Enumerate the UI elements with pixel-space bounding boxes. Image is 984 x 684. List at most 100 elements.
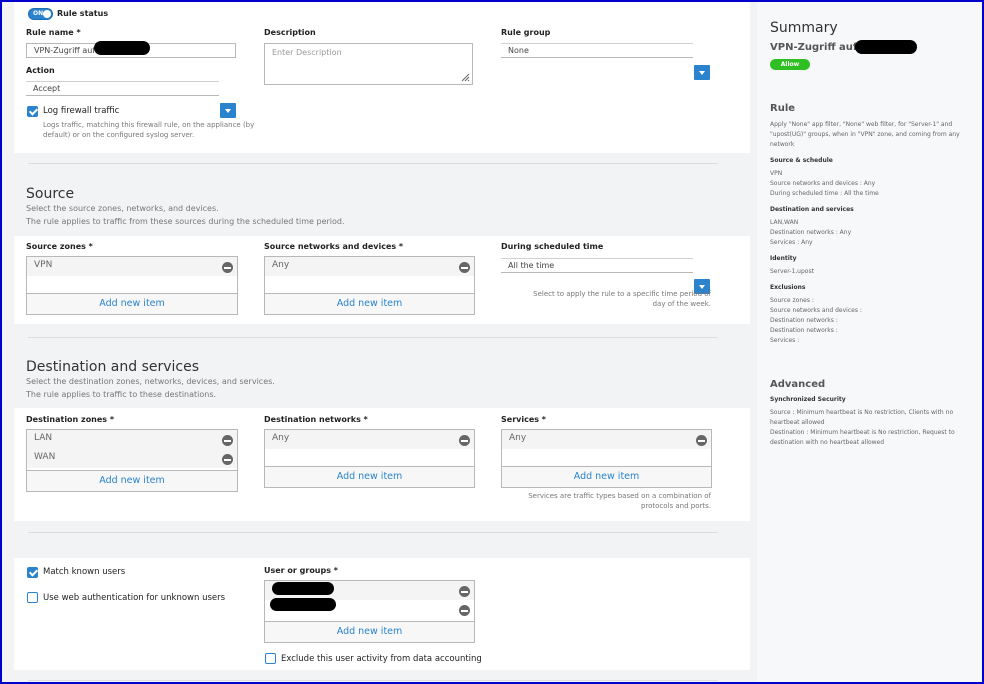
description-textarea[interactable]: Enter Description — [264, 43, 473, 85]
summary-source-line: During scheduled time : All the time — [770, 190, 879, 197]
destination-networks-label: Destination networks * — [264, 415, 368, 424]
exclude-accounting-label: Exclude this user activity from data acc… — [281, 654, 482, 664]
identity-card: Match known users Use web authentication… — [14, 558, 750, 670]
rule-group-label: Rule group — [501, 28, 551, 37]
list-item: WAN — [27, 449, 237, 468]
summary-exclusion-line: Source zones : — [770, 297, 814, 304]
summary-sync-heading: Synchronized Security — [770, 396, 846, 403]
list-item: Any — [265, 430, 474, 449]
summary-panel: Summary VPN-Zugriff auf S Allow Rule App… — [757, 2, 982, 682]
summary-sync-line: Source : Minimum heartbeat is No restric… — [770, 409, 954, 426]
summary-exclusions-heading: Exclusions — [770, 284, 806, 291]
schedule-value: All the time — [508, 261, 555, 270]
divider — [28, 337, 718, 338]
summary-destination-line: LAN,WAN — [770, 219, 799, 226]
log-traffic-checkbox[interactable] — [27, 106, 38, 117]
summary-source-line: Source networks and devices : Any — [770, 180, 876, 187]
divider — [28, 532, 718, 533]
schedule-label: During scheduled time — [501, 242, 604, 251]
source-zones-label: Source zones * — [26, 242, 93, 251]
log-traffic-label: Log firewall traffic — [43, 106, 120, 116]
rule-status-toggle[interactable]: ON — [28, 8, 53, 20]
add-destination-network-button[interactable]: Add new item — [265, 466, 474, 487]
rule-group-dropdown-button[interactable] — [694, 65, 710, 80]
remove-icon[interactable] — [459, 605, 470, 616]
destination-networks-list: Any Add new item — [264, 429, 475, 488]
remove-icon[interactable] — [222, 435, 233, 446]
match-known-users-label: Match known users — [43, 567, 126, 577]
schedule-select[interactable]: All the time — [501, 258, 693, 273]
summary-destination-heading: Destination and services — [770, 206, 854, 213]
source-section-title: Source — [26, 186, 75, 202]
list-item-text: Any — [272, 433, 290, 443]
remove-icon[interactable] — [459, 435, 470, 446]
schedule-help: Select to apply the rule to a specific t… — [533, 290, 711, 308]
exclude-accounting-checkbox[interactable] — [265, 653, 276, 664]
list-item: LAN — [27, 430, 237, 449]
destination-zones-list: LAN WAN Add new item — [26, 429, 238, 492]
resize-handle-icon[interactable] — [460, 72, 470, 82]
action-label: Action — [26, 66, 55, 75]
rule-info-card: ON Rule status Rule name * VPN-Zugriff a… — [14, 2, 750, 153]
redacted-user-1 — [272, 582, 334, 595]
add-source-network-button[interactable]: Add new item — [265, 293, 474, 314]
rule-editor: ON Rule status Rule name * VPN-Zugriff a… — [2, 2, 757, 682]
divider — [28, 163, 718, 164]
services-help: Services are traffic types based on a co… — [528, 492, 711, 510]
summary-exclusion-line: Destination networks : — [770, 317, 838, 324]
summary-sync-line: Destination : Minimum heartbeat is No re… — [770, 429, 955, 446]
destination-desc-1: Select the destination zones, networks, … — [26, 377, 275, 386]
summary-identity-heading: Identity — [770, 255, 797, 262]
source-desc-2: The rule applies to traffic from these s… — [26, 217, 345, 226]
redacted-summary-name — [855, 40, 917, 54]
destination-zones-label: Destination zones * — [26, 415, 115, 424]
rule-name-value: VPN-Zugriff auf — [34, 46, 96, 55]
summary-exclusion-line: Destination networks : — [770, 327, 838, 334]
description-placeholder: Enter Description — [272, 48, 342, 57]
source-zones-list: VPN Add new item — [26, 256, 238, 315]
remove-icon[interactable] — [459, 262, 470, 273]
summary-advanced-heading: Advanced — [770, 379, 826, 390]
users-groups-label: User or groups * — [264, 566, 338, 575]
list-item-text: WAN — [34, 452, 56, 462]
list-item: VPN — [27, 257, 237, 276]
rule-name-label: Rule name * — [26, 28, 81, 37]
summary-exclusion-line: Source networks and devices : — [770, 307, 862, 314]
add-service-button[interactable]: Add new item — [502, 466, 711, 487]
rule-group-value: None — [508, 46, 529, 55]
source-card: Source zones * VPN Add new item Source n… — [14, 236, 750, 324]
toggle-text: ON — [33, 10, 44, 17]
action-dropdown-button[interactable] — [220, 103, 236, 118]
summary-rule-name: VPN-Zugriff auf S — [770, 42, 868, 53]
toggle-knob — [43, 10, 51, 18]
web-auth-checkbox[interactable] — [27, 592, 38, 603]
remove-icon[interactable] — [459, 586, 470, 597]
list-item-text: Any — [509, 433, 527, 443]
summary-rule-heading: Rule — [770, 103, 796, 114]
remove-icon[interactable] — [696, 435, 707, 446]
description-label: Description — [264, 28, 316, 37]
action-value: Accept — [33, 84, 61, 93]
add-destination-zone-button[interactable]: Add new item — [27, 470, 237, 491]
services-label: Services * — [501, 415, 546, 424]
summary-rule-text: Apply "None" app filter, "None" web filt… — [770, 121, 960, 148]
source-desc-1: Select the source zones, networks, and d… — [26, 204, 219, 213]
add-source-zone-button[interactable]: Add new item — [27, 293, 237, 314]
list-item-text: Any — [272, 260, 290, 270]
summary-destination-line: Services : Any — [770, 239, 813, 246]
rule-status-label: Rule status — [57, 9, 109, 18]
add-user-button[interactable]: Add new item — [265, 621, 474, 642]
list-item: Any — [265, 257, 474, 276]
web-auth-label: Use web authentication for unknown users — [43, 593, 226, 603]
action-select[interactable]: Accept — [26, 81, 219, 96]
remove-icon[interactable] — [222, 454, 233, 465]
match-known-users-checkbox[interactable] — [27, 567, 38, 578]
destination-section-title: Destination and services — [26, 359, 200, 375]
summary-destination-line: Destination networks : Any — [770, 229, 852, 236]
divider — [28, 680, 718, 681]
list-item-text: VPN — [34, 260, 53, 270]
remove-icon[interactable] — [222, 262, 233, 273]
rule-group-select[interactable]: None — [501, 43, 693, 58]
log-traffic-help: Logs traffic, matching this firewall rul… — [43, 121, 255, 139]
redacted-user-2 — [270, 598, 336, 611]
